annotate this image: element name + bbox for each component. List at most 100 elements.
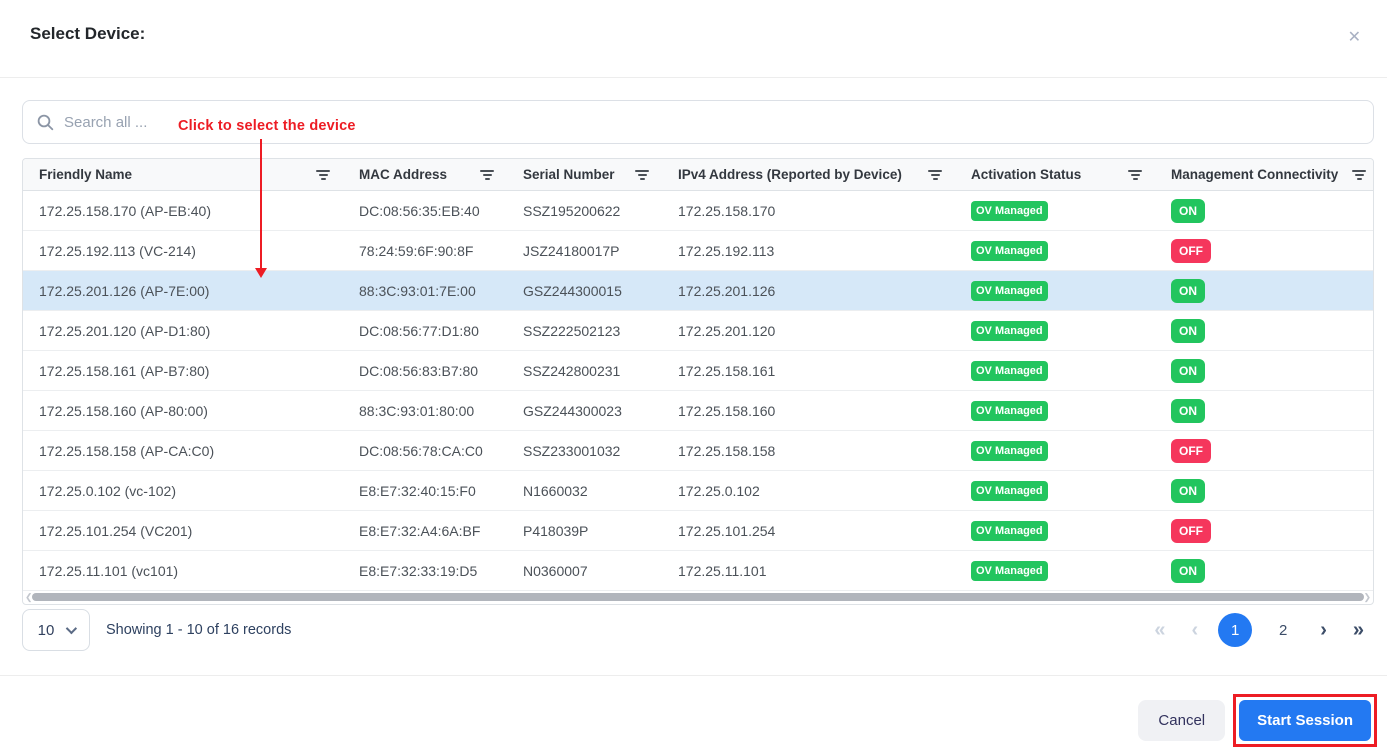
activation-status-cell: OV Managed [955,241,1155,261]
filter-icon[interactable] [632,167,652,183]
ipv4-address-cell: 172.25.158.160 [662,403,955,419]
connectivity-badge: ON [1171,199,1205,223]
connectivity-cell: ON [1155,399,1373,423]
column-header-label: Management Connectivity [1171,167,1338,182]
connectivity-badge: ON [1171,319,1205,343]
ipv4-address-cell: 172.25.158.170 [662,203,955,219]
page-title: Select Device: [30,24,145,44]
ipv4-address-cell: 172.25.201.120 [662,323,955,339]
connectivity-cell: ON [1155,359,1373,383]
mac-address-cell: DC:08:56:77:D1:80 [343,323,507,339]
activation-status-cell: OV Managed [955,401,1155,421]
friendly-name-cell: 172.25.201.126 (AP-7E:00) [23,283,343,299]
page-button-2[interactable]: 2 [1266,613,1300,647]
connectivity-badge: ON [1171,359,1205,383]
ipv4-address-cell: 172.25.158.161 [662,363,955,379]
device-table: Friendly NameMAC AddressSerial NumberIPv… [22,158,1374,605]
friendly-name-cell: 172.25.0.102 (vc-102) [23,483,343,499]
filter-icon[interactable] [313,167,333,183]
activation-status-cell: OV Managed [955,201,1155,221]
serial-number-cell: JSZ24180017P [507,243,662,259]
activation-status-badge: OV Managed [971,241,1048,261]
activation-status-badge: OV Managed [971,321,1048,341]
table-row[interactable]: 172.25.101.254 (VC201)E8:E7:32:A4:6A:BFP… [23,511,1373,551]
mac-address-cell: 78:24:59:6F:90:8F [343,243,507,259]
table-row[interactable]: 172.25.0.102 (vc-102)E8:E7:32:40:15:F0N1… [23,471,1373,511]
serial-number-cell: N1660032 [507,483,662,499]
activation-status-cell: OV Managed [955,441,1155,461]
scrollbar-right-arrow-icon[interactable]: ❯ [1363,591,1371,603]
connectivity-cell: OFF [1155,439,1373,463]
mac-address-cell: DC:08:56:83:B7:80 [343,363,507,379]
friendly-name-cell: 172.25.201.120 (AP-D1:80) [23,323,343,339]
mac-address-cell: E8:E7:32:40:15:F0 [343,483,507,499]
connectivity-cell: OFF [1155,519,1373,543]
table-row[interactable]: 172.25.11.101 (vc101)E8:E7:32:33:19:D5N0… [23,551,1373,591]
ipv4-address-cell: 172.25.158.158 [662,443,955,459]
last-page-button[interactable]: » [1347,620,1370,640]
start-session-button[interactable]: Start Session [1239,700,1371,741]
activation-status-badge: OV Managed [971,281,1048,301]
filter-icon[interactable] [477,167,497,183]
chevron-down-icon [66,623,77,634]
column-header-6: Management Connectivity [1155,167,1373,183]
friendly-name-cell: 172.25.101.254 (VC201) [23,523,343,539]
column-header-label: IPv4 Address (Reported by Device) [678,167,902,182]
serial-number-cell: SSZ195200622 [507,203,662,219]
activation-status-badge: OV Managed [971,401,1048,421]
table-body: 172.25.158.170 (AP-EB:40)DC:08:56:35:EB:… [23,191,1373,591]
ipv4-address-cell: 172.25.101.254 [662,523,955,539]
search-icon [37,114,54,131]
mac-address-cell: 88:3C:93:01:80:00 [343,403,507,419]
table-row[interactable]: 172.25.201.120 (AP-D1:80)DC:08:56:77:D1:… [23,311,1373,351]
annotation-click-to-select: Click to select the device [178,118,356,134]
serial-number-cell: GSZ244300015 [507,283,662,299]
serial-number-cell: N0360007 [507,563,662,579]
table-header-row: Friendly NameMAC AddressSerial NumberIPv… [23,159,1373,191]
first-page-button[interactable]: « [1148,620,1171,640]
column-header-2: MAC Address [343,167,507,183]
connectivity-badge: ON [1171,279,1205,303]
serial-number-cell: SSZ242800231 [507,363,662,379]
table-row[interactable]: 172.25.158.170 (AP-EB:40)DC:08:56:35:EB:… [23,191,1373,231]
table-row[interactable]: 172.25.158.160 (AP-80:00)88:3C:93:01:80:… [23,391,1373,431]
activation-status-cell: OV Managed [955,561,1155,581]
activation-status-badge: OV Managed [971,521,1048,541]
mac-address-cell: DC:08:56:35:EB:40 [343,203,507,219]
table-row[interactable]: 172.25.158.158 (AP-CA:C0)DC:08:56:78:CA:… [23,431,1373,471]
table-row[interactable]: 172.25.158.161 (AP-B7:80)DC:08:56:83:B7:… [23,351,1373,391]
page-button-1[interactable]: 1 [1218,613,1252,647]
footer: Cancel Start Session [1138,694,1377,747]
serial-number-cell: GSZ244300023 [507,403,662,419]
records-summary: Showing 1 - 10 of 16 records [106,622,291,638]
connectivity-cell: ON [1155,279,1373,303]
connectivity-cell: OFF [1155,239,1373,263]
ipv4-address-cell: 172.25.201.126 [662,283,955,299]
activation-status-cell: OV Managed [955,321,1155,341]
connectivity-badge: ON [1171,559,1205,583]
connectivity-cell: ON [1155,199,1373,223]
table-row[interactable]: 172.25.201.126 (AP-7E:00)88:3C:93:01:7E:… [23,271,1373,311]
filter-icon[interactable] [925,167,945,183]
mac-address-cell: DC:08:56:78:CA:C0 [343,443,507,459]
filter-icon[interactable] [1125,167,1145,183]
filter-icon[interactable] [1349,167,1369,183]
prev-page-button[interactable]: ‹ [1186,620,1205,640]
connectivity-badge: ON [1171,399,1205,423]
horizontal-scrollbar[interactable]: ❮ ❯ [23,591,1373,604]
close-icon[interactable]: ✕ [1344,26,1365,50]
table-row[interactable]: 172.25.192.113 (VC-214)78:24:59:6F:90:8F… [23,231,1373,271]
serial-number-cell: P418039P [507,523,662,539]
column-header-label: Activation Status [971,167,1081,182]
friendly-name-cell: 172.25.11.101 (vc101) [23,563,343,579]
page-size-select[interactable]: 10 [22,609,90,651]
scrollbar-thumb[interactable] [32,593,1364,601]
cancel-button[interactable]: Cancel [1138,700,1225,741]
pager: « ‹ 1 2 › » [1148,613,1374,647]
mac-address-cell: E8:E7:32:33:19:D5 [343,563,507,579]
next-page-button[interactable]: › [1314,620,1333,640]
friendly-name-cell: 172.25.158.170 (AP-EB:40) [23,203,343,219]
activation-status-badge: OV Managed [971,441,1048,461]
serial-number-cell: SSZ233001032 [507,443,662,459]
connectivity-badge: OFF [1171,239,1211,263]
